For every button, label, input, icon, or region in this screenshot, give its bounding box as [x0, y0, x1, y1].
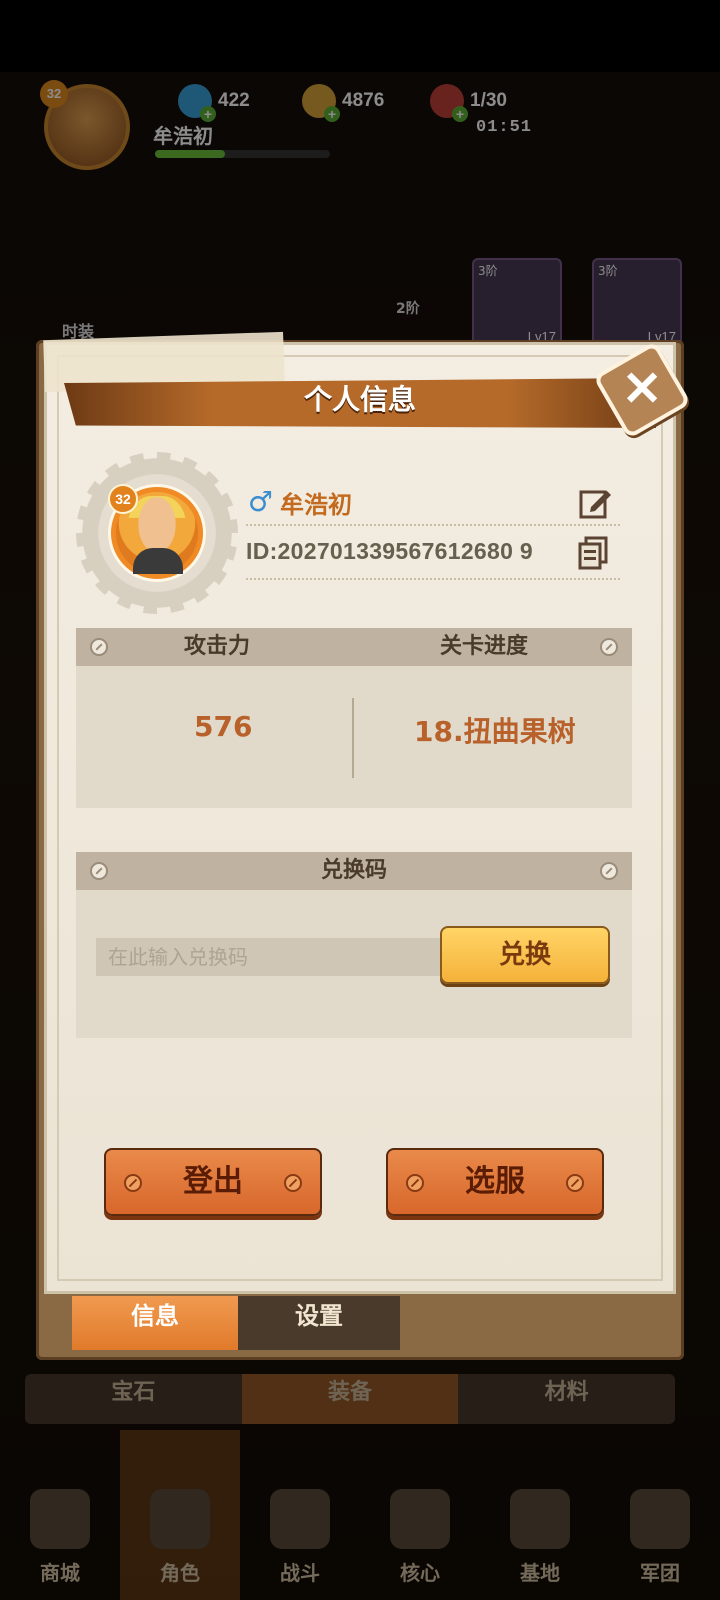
- screw-icon: [90, 638, 108, 656]
- bolt-icon: [566, 1174, 584, 1192]
- stats-divider: [352, 698, 354, 778]
- bolt-icon: [406, 1174, 424, 1192]
- stage-progress-label: 关卡进度: [440, 634, 529, 659]
- redeem-panel-header: 兑换码: [76, 852, 632, 890]
- redeem-code-label: 兑换码: [320, 858, 387, 883]
- select-server-button[interactable]: 选服: [386, 1148, 604, 1216]
- divider-line: [246, 524, 620, 526]
- male-gender-icon: ♂: [248, 485, 274, 518]
- screw-icon: [600, 862, 618, 880]
- stats-panel-header: 攻击力 关卡进度: [76, 628, 632, 666]
- screw-icon: [600, 638, 618, 656]
- redeem-panel: 兑换码 兑换: [76, 852, 632, 1038]
- player-name: 牟浩初: [280, 491, 352, 519]
- redeem-button[interactable]: 兑换: [440, 926, 610, 984]
- bolt-icon: [124, 1174, 142, 1192]
- logout-button[interactable]: 登出: [104, 1148, 322, 1216]
- divider-line: [246, 578, 620, 580]
- select-server-label: 选服: [465, 1164, 525, 1199]
- avatar-shirt: [133, 548, 183, 574]
- copy-id-icon[interactable]: [578, 536, 608, 570]
- redeem-code-input[interactable]: [96, 938, 440, 976]
- level-badge: 32: [108, 484, 138, 514]
- stage-progress-value: 18.扭曲果树: [414, 715, 576, 748]
- close-x-icon: ✕: [621, 363, 663, 416]
- modal-title: 个人信息: [303, 383, 416, 416]
- stats-panel: 攻击力 关卡进度 576 18.扭曲果树: [76, 628, 632, 808]
- attack-value: 576: [194, 710, 253, 743]
- tab-info[interactable]: 信息: [72, 1296, 238, 1350]
- attack-label: 攻击力: [184, 634, 251, 659]
- player-id: ID:202701339567612680 9: [246, 538, 533, 564]
- tab-settings[interactable]: 设置: [238, 1296, 400, 1350]
- edit-name-icon[interactable]: [578, 486, 612, 520]
- logout-label: 登出: [183, 1164, 243, 1199]
- bolt-icon: [284, 1174, 302, 1192]
